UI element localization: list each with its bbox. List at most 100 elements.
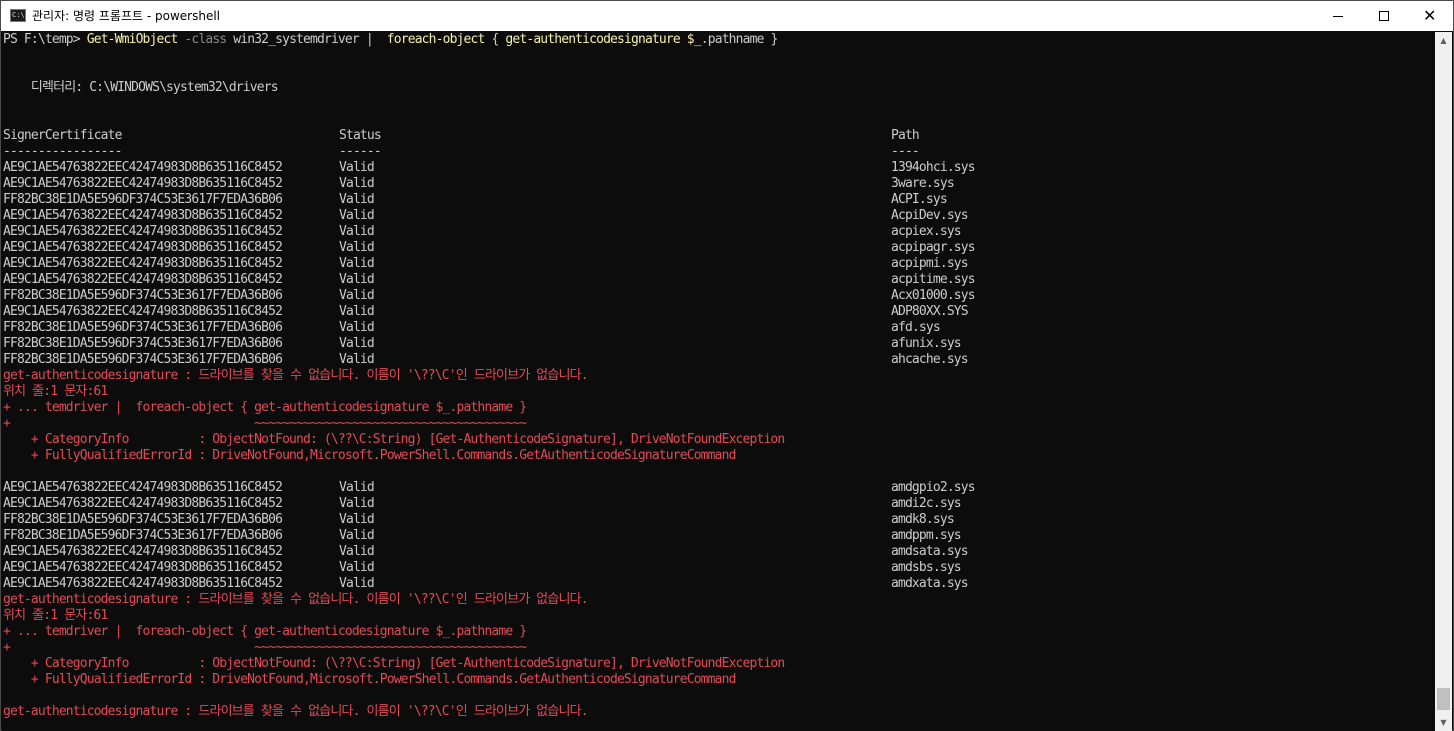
status-cell: Valid [339,288,375,303]
path-cell: amdk8.sys [891,512,955,527]
command-cmdlet: Get-WmiObject [86,32,179,47]
path-cell: acpitime.sys [891,272,976,287]
error-qualified-id: + FullyQualifiedErrorId : DriveNotFound,… [3,448,737,463]
command-foreach: foreach-object [386,32,486,47]
path-cell: AcpiDev.sys [891,208,969,223]
window-title: 관리자: 명령 프롬프트 - powershell [32,9,220,23]
command-pipe: | [358,32,387,47]
status-cell: Valid [339,544,375,559]
status-cell: Valid [339,176,375,191]
error-category-info: + CategoryInfo : ObjectNotFound: (\??\C:… [3,432,785,447]
signer-certificate-cell: AE9C1AE54763822EEC42474983D8B635116C8452 [3,544,283,559]
error-position: 위치 줄:1 문자:61 [3,608,108,623]
signer-certificate-cell: FF82BC38E1DA5E596DF374C53E3617F7EDA36B06 [3,336,283,351]
driver-row: AE9C1AE54763822EEC42474983D8B635116C8452… [3,272,976,288]
vertical-scrollbar[interactable]: ▲ ▼ [1435,32,1452,731]
signer-certificate-cell: FF82BC38E1DA5E596DF374C53E3617F7EDA36B06 [3,512,283,527]
path-cell: ACPI.sys [891,192,948,207]
signer-certificate-cell: AE9C1AE54763822EEC42474983D8B635116C8452 [3,224,283,239]
driver-row: AE9C1AE54763822EEC42474983D8B635116C8452… [3,176,955,192]
driver-row: AE9C1AE54763822EEC42474983D8B635116C8452… [3,240,976,256]
underline-path: ---- [891,144,920,159]
signer-certificate-cell: FF82BC38E1DA5E596DF374C53E3617F7EDA36B06 [3,528,283,543]
driver-row: AE9C1AE54763822EEC42474983D8B635116C8452… [3,160,976,176]
error-source-line: + ... temdriver | foreach-object { get-a… [3,400,527,415]
signer-certificate-cell: AE9C1AE54763822EEC42474983D8B635116C8452 [3,304,283,319]
driver-row: AE9C1AE54763822EEC42474983D8B635116C8452… [3,208,969,224]
command-line: PS F:\temp> Get-WmiObject -class win32_s… [3,32,778,48]
path-cell: 1394ohci.sys [891,160,976,175]
command-prompt-icon: C:\ [10,9,26,22]
path-cell: ADP80XX.SYS [891,304,969,319]
window-controls: ✕ [1315,1,1453,31]
error-pointer-line: + ~~~~~~~~~~~~~~~~~~~~~~~~~~~~~~~~~~~~~~… [3,640,527,655]
scroll-down-icon[interactable]: ▼ [1435,714,1452,731]
path-cell: amdgpio2.sys [891,480,976,495]
minimize-button[interactable] [1315,1,1361,31]
path-cell: acpiex.sys [891,224,962,239]
status-cell: Valid [339,320,375,335]
driver-row: AE9C1AE54763822EEC42474983D8B635116C8452… [3,224,962,240]
driver-row: AE9C1AE54763822EEC42474983D8B635116C8452… [3,304,969,320]
driver-row: AE9C1AE54763822EEC42474983D8B635116C8452… [3,560,962,576]
signer-certificate-cell: AE9C1AE54763822EEC42474983D8B635116C8452 [3,176,283,191]
signer-certificate-cell: AE9C1AE54763822EEC42474983D8B635116C8452 [3,256,283,271]
status-cell: Valid [339,576,375,591]
status-cell: Valid [339,160,375,175]
signer-certificate-cell: AE9C1AE54763822EEC42474983D8B635116C8452 [3,272,283,287]
signer-certificate-cell: AE9C1AE54763822EEC42474983D8B635116C8452 [3,576,283,591]
error-message: get-authenticodesignature : 드라이브를 찾을 수 없… [3,368,589,383]
console-output[interactable]: PS F:\temp> Get-WmiObject -class win32_s… [2,32,1436,731]
status-cell: Valid [339,560,375,575]
header-status: Status [339,128,382,143]
command-parameter: -class [177,32,234,47]
command-brace: { [484,32,506,47]
path-cell: amdxata.sys [891,576,969,591]
header-signer-certificate: SignerCertificate [3,128,122,143]
underline-status: ------ [339,144,382,159]
scroll-up-icon[interactable]: ▲ [1435,32,1452,49]
close-button[interactable]: ✕ [1407,1,1453,31]
status-cell: Valid [339,496,375,511]
signer-certificate-cell: AE9C1AE54763822EEC42474983D8B635116C8452 [3,240,283,255]
error-category-info: + CategoryInfo : ObjectNotFound: (\??\C:… [3,656,785,671]
scroll-thumb[interactable] [1437,688,1450,710]
command-argument: win32_systemdriver [233,32,359,47]
status-cell: Valid [339,304,375,319]
signer-certificate-cell: AE9C1AE54763822EEC42474983D8B635116C8452 [3,496,283,511]
status-cell: Valid [339,192,375,207]
signer-certificate-cell: AE9C1AE54763822EEC42474983D8B635116C8452 [3,208,283,223]
path-cell: 3ware.sys [891,176,955,191]
signer-certificate-cell: FF82BC38E1DA5E596DF374C53E3617F7EDA36B06 [3,320,283,335]
path-cell: acpipagr.sys [891,240,976,255]
path-cell: amdsbs.sys [891,560,962,575]
driver-row: FF82BC38E1DA5E596DF374C53E3617F7EDA36B06… [3,512,955,528]
maximize-button[interactable] [1361,1,1407,31]
driver-row: FF82BC38E1DA5E596DF374C53E3617F7EDA36B06… [3,528,962,544]
command-authenticode: get-authenticodesignature [505,32,680,47]
signer-certificate-cell: FF82BC38E1DA5E596DF374C53E3617F7EDA36B06 [3,192,283,207]
status-cell: Valid [339,336,375,351]
driver-row: AE9C1AE54763822EEC42474983D8B635116C8452… [3,576,969,592]
signer-certificate-cell: FF82BC38E1DA5E596DF374C53E3617F7EDA36B06 [3,352,283,367]
header-row: SignerCertificate Status Path [3,128,920,144]
driver-row: AE9C1AE54763822EEC42474983D8B635116C8452… [3,256,969,272]
error-message: get-authenticodesignature : 드라이브를 찾을 수 없… [3,704,589,719]
command-tail: .pathname } [700,32,779,47]
header-path: Path [891,128,920,143]
path-cell: afd.sys [891,320,941,335]
error-qualified-id: + FullyQualifiedErrorId : DriveNotFound,… [3,672,737,687]
error-pointer-line: + ~~~~~~~~~~~~~~~~~~~~~~~~~~~~~~~~~~~~~~… [3,416,527,431]
title-bar[interactable]: C:\ 관리자: 명령 프롬프트 - powershell ✕ [1,1,1453,31]
maximize-icon [1379,11,1389,21]
driver-row: FF82BC38E1DA5E596DF374C53E3617F7EDA36B06… [3,352,969,368]
status-cell: Valid [339,480,375,495]
driver-row: AE9C1AE54763822EEC42474983D8B635116C8452… [3,544,969,560]
header-underline-row: ----------------- ------ ---- [3,144,920,160]
status-cell: Valid [339,512,375,527]
path-cell: Acx01000.sys [891,288,976,303]
path-cell: afunix.sys [891,336,962,351]
status-cell: Valid [339,256,375,271]
signer-certificate-cell: AE9C1AE54763822EEC42474983D8B635116C8452 [3,480,283,495]
error-message: get-authenticodesignature : 드라이브를 찾을 수 없… [3,592,589,607]
